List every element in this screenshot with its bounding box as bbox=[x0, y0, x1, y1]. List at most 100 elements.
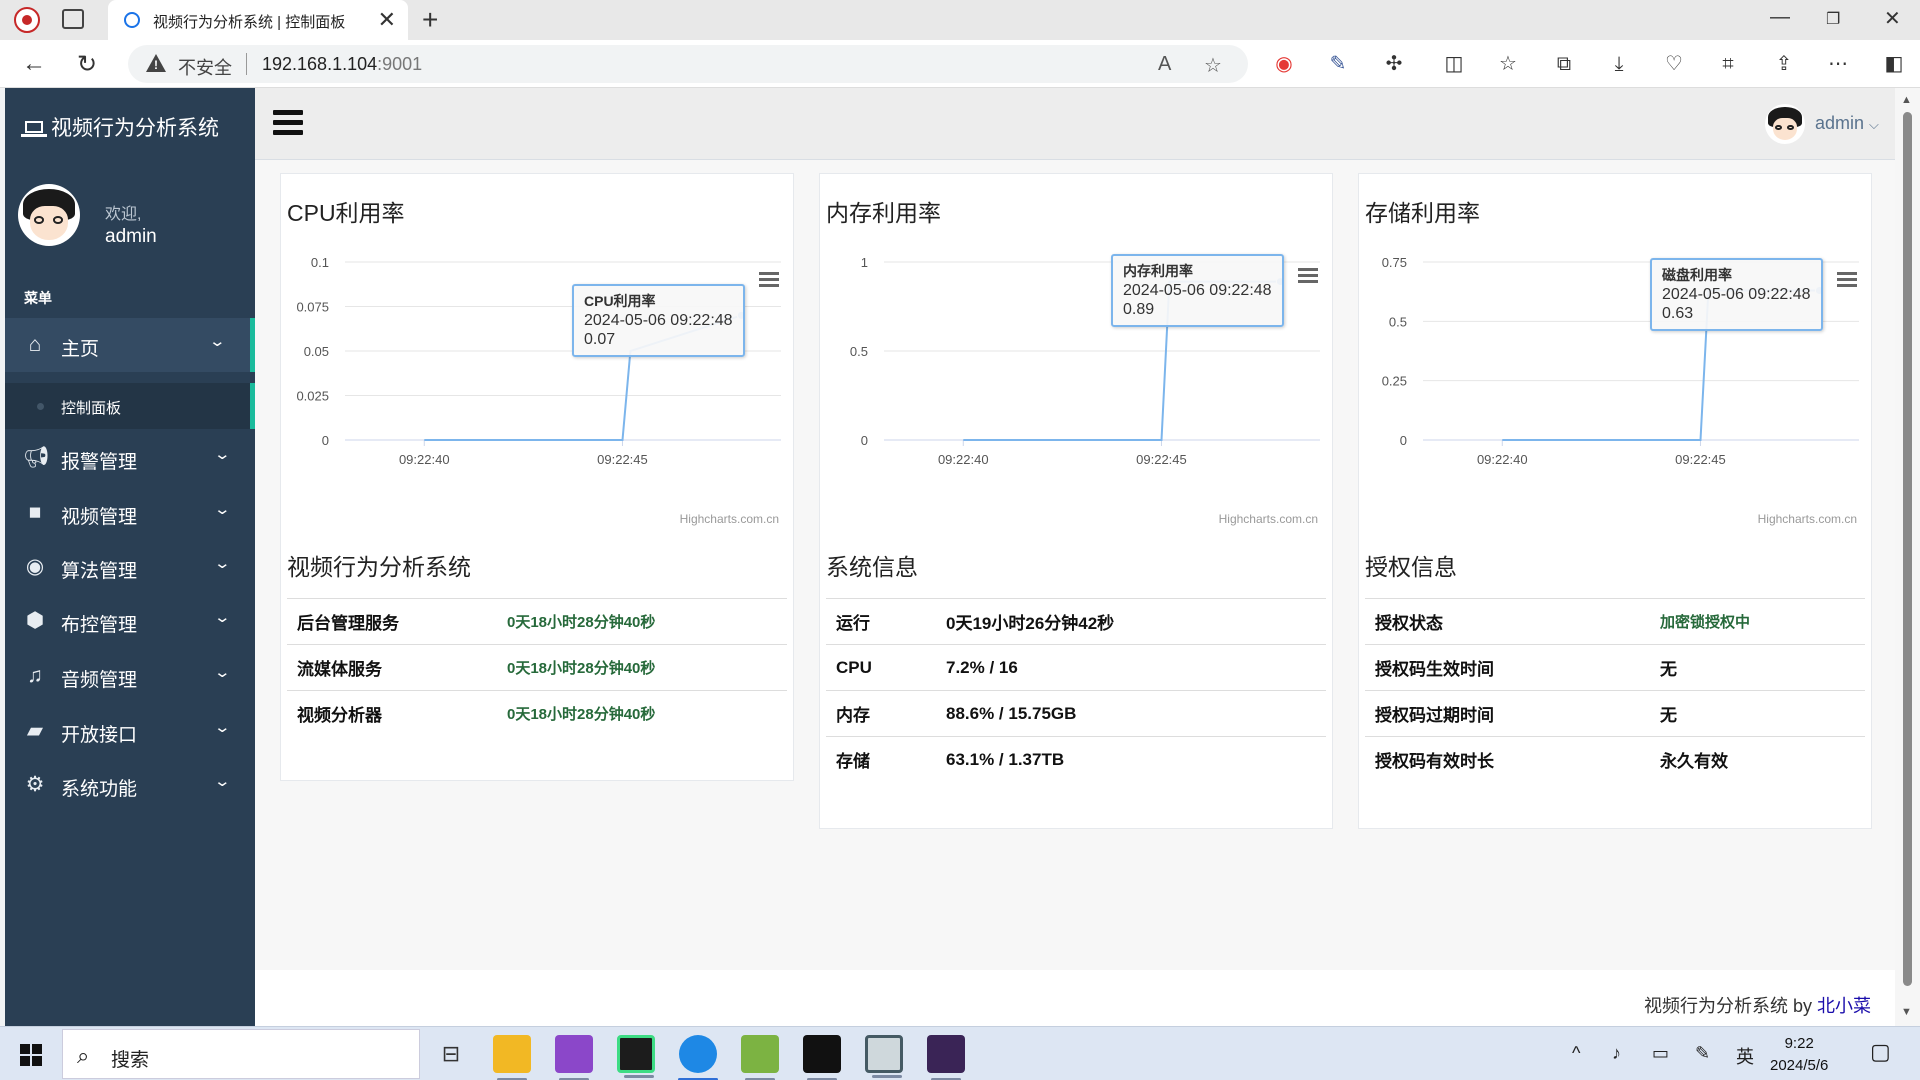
sidebar-item-system[interactable]: ⚙ 系统功能 ⌄ bbox=[5, 758, 255, 812]
menu-header: 菜单 bbox=[24, 290, 52, 306]
scroll-up-icon[interactable]: ▲ bbox=[1901, 94, 1912, 106]
sidebar-item-open-api[interactable]: ▰ 开放接口 ⌄ bbox=[5, 704, 255, 758]
y-tick-label: 0.75 bbox=[1382, 255, 1407, 270]
license-label: 授权码有效时长 bbox=[1365, 736, 1650, 783]
sidebar-item-deploy[interactable]: ⬢ 布控管理 ⌄ bbox=[5, 594, 255, 648]
security-label[interactable]: 不安全 bbox=[178, 54, 232, 80]
omnibox[interactable]: 不安全 192.168.1.104:9001 A ☆ bbox=[128, 45, 1248, 83]
favorite-star-icon[interactable]: ☆ bbox=[1204, 53, 1222, 78]
sidebar-item-alarm[interactable]: 📢︎ 报警管理 ⌄ bbox=[5, 431, 255, 485]
collections-icon[interactable]: ⧉ bbox=[1550, 50, 1578, 78]
sidebar-item-audio[interactable]: ♫ 音频管理 ⌄ bbox=[5, 649, 255, 703]
license-value: 无 bbox=[1650, 644, 1865, 691]
reload-icon[interactable]: ↻ bbox=[77, 50, 97, 79]
notifications-icon[interactable]: ▢ bbox=[1870, 1039, 1891, 1065]
console-icon[interactable] bbox=[927, 1035, 965, 1080]
tab-title: 视频行为分析系统 | 控制面板 bbox=[153, 14, 346, 31]
footer-author-link[interactable]: 北小菜 bbox=[1817, 996, 1871, 1016]
license-table: 授权状态 加密锁授权中 授权码生效时间无 授权码过期时间无 授权码有效时长 永久有效 bbox=[1365, 598, 1865, 783]
close-tab-icon[interactable]: ✕ bbox=[378, 7, 396, 33]
brand[interactable]: 视频行为分析系统 bbox=[21, 112, 219, 142]
sidebar-item-label: 报警管理 bbox=[61, 452, 138, 473]
chevron-up-icon[interactable]: ^ bbox=[1572, 1043, 1580, 1064]
chart-menu-icon[interactable] bbox=[759, 272, 779, 288]
chevron-down-icon: ⌄ bbox=[213, 501, 232, 518]
chart-tooltip: 内存利用率 2024-05-06 09:22:48 0.89 bbox=[1111, 254, 1284, 327]
music-icon: ♫ bbox=[27, 664, 43, 687]
pen-icon[interactable]: ✎ bbox=[1695, 1043, 1710, 1064]
chart-menu-icon[interactable] bbox=[1837, 272, 1857, 288]
not-secure-icon[interactable] bbox=[146, 54, 166, 72]
split-screen-icon[interactable]: ◫ bbox=[1440, 50, 1468, 78]
new-tab-icon[interactable]: + bbox=[422, 4, 438, 36]
chart-credits[interactable]: Highcharts.com.cn bbox=[1758, 512, 1857, 526]
windows-start-icon[interactable] bbox=[20, 1044, 42, 1066]
visual-studio-icon[interactable] bbox=[555, 1035, 593, 1080]
download-icon[interactable]: ⤓ bbox=[1605, 50, 1633, 78]
volume-icon[interactable]: ♪ bbox=[1612, 1043, 1621, 1064]
restore-icon[interactable]: ❐ bbox=[1826, 9, 1840, 29]
edge-browser-icon[interactable] bbox=[678, 1035, 718, 1080]
tab-actions-icon[interactable] bbox=[62, 9, 84, 29]
browser-tab[interactable]: 视频行为分析系统 | 控制面板 ✕ bbox=[108, 0, 408, 40]
y-tick-label: 0 bbox=[861, 433, 868, 448]
x-tick-label: 09:22:45 bbox=[597, 452, 648, 467]
x-tick-label: 09:22:45 bbox=[1136, 452, 1187, 467]
sidebar-toggle-icon[interactable]: ◧ bbox=[1880, 50, 1908, 78]
image-editor-icon[interactable] bbox=[741, 1035, 779, 1080]
menu-toggle-icon[interactable] bbox=[273, 110, 303, 136]
sidebar-item-label: 开放接口 bbox=[61, 725, 138, 746]
clock-date: 2024/5/6 bbox=[1770, 1057, 1829, 1074]
minimize-icon[interactable]: — bbox=[1770, 6, 1790, 29]
cpu-chart: 0 0.025 0.05 0.075 0.1 09:22:40 09:22:45 bbox=[296, 255, 781, 467]
terminal-icon[interactable] bbox=[803, 1035, 841, 1080]
panel-storage: 存储利用率 0 0.25 0.5 0.75 09:22:40 09:22:45 磁盘利用率… bbox=[1358, 173, 1872, 829]
service-uptime: 0天18小时28分钟40秒 bbox=[497, 644, 787, 691]
page-scrollbar[interactable]: ▲ ▼ bbox=[1895, 88, 1920, 1026]
chart-credits[interactable]: Highcharts.com.cn bbox=[1219, 512, 1318, 526]
system-table: 运行 0天19小时26分钟42秒 CPU 7.2% / 16 内存 88.6% / 1… bbox=[826, 598, 1326, 783]
read-aloud-icon[interactable]: A bbox=[1158, 53, 1171, 76]
sidebar-subitem-dashboard[interactable]: 控制面板 bbox=[5, 383, 255, 429]
service-label: 流媒体服务 bbox=[287, 644, 497, 691]
ime-indicator[interactable]: 英 bbox=[1736, 1043, 1754, 1069]
sidebar-item-home[interactable]: ⌂ 主页 ⌄ bbox=[5, 318, 255, 372]
taskbar-search[interactable]: ⌕ 搜索 bbox=[62, 1029, 420, 1079]
file-explorer-icon[interactable] bbox=[493, 1035, 531, 1080]
share-icon[interactable]: ⇪ bbox=[1770, 50, 1798, 78]
eye-icon: ◉ bbox=[25, 555, 45, 578]
pycharm-icon[interactable] bbox=[617, 1035, 655, 1078]
table-row: 存储 63.1% / 1.37TB bbox=[826, 736, 1326, 783]
chart-credits[interactable]: Highcharts.com.cn bbox=[680, 512, 779, 526]
y-tick-label: 0.5 bbox=[850, 344, 868, 359]
chevron-down-icon: ⌄ bbox=[213, 664, 232, 681]
scroll-thumb[interactable] bbox=[1903, 112, 1912, 986]
clock[interactable]: 9:22 2024/5/6 bbox=[1770, 1033, 1828, 1077]
scroll-down-icon[interactable]: ▼ bbox=[1901, 1006, 1912, 1018]
screenshot-icon[interactable]: ⌗ bbox=[1714, 50, 1742, 78]
favorites-icon[interactable]: ☆ bbox=[1494, 50, 1522, 78]
extensions-icon[interactable]: ✣ bbox=[1380, 50, 1408, 78]
services-title: 视频行为分析系统 bbox=[287, 554, 471, 580]
network-icon[interactable]: ▭ bbox=[1652, 1043, 1669, 1064]
back-icon[interactable]: ← bbox=[22, 50, 46, 78]
pen-extension-icon[interactable]: ✎ bbox=[1324, 50, 1352, 78]
color-extension-icon[interactable]: ◉ bbox=[1270, 50, 1298, 78]
more-menu-icon[interactable]: ⋯ bbox=[1824, 50, 1852, 78]
user-dropdown[interactable]: admin ⌵ bbox=[1815, 113, 1879, 134]
sidebar-item-video[interactable]: ■ 视频管理 ⌄ bbox=[5, 486, 255, 540]
sidebar-item-algorithm[interactable]: ◉ 算法管理 ⌄ bbox=[5, 540, 255, 594]
chart-menu-icon[interactable] bbox=[1298, 268, 1318, 284]
window-close-icon[interactable]: ✕ bbox=[1884, 6, 1901, 31]
task-view-icon[interactable]: ⊟ bbox=[432, 1035, 470, 1073]
top-nav: admin ⌵ bbox=[255, 88, 1895, 160]
url-text[interactable]: 192.168.1.104:9001 bbox=[262, 54, 422, 75]
chevron-down-icon: ⌄ bbox=[213, 555, 232, 572]
y-tick-label: 0.05 bbox=[304, 344, 329, 359]
profile-icon[interactable] bbox=[14, 7, 40, 33]
performance-icon[interactable]: ♡ bbox=[1660, 50, 1688, 78]
user-avatar[interactable] bbox=[1765, 104, 1805, 144]
app-window-icon[interactable] bbox=[865, 1035, 903, 1078]
table-row: 授权码生效时间无 bbox=[1365, 644, 1865, 691]
gear-icon: ⚙ bbox=[25, 773, 45, 796]
